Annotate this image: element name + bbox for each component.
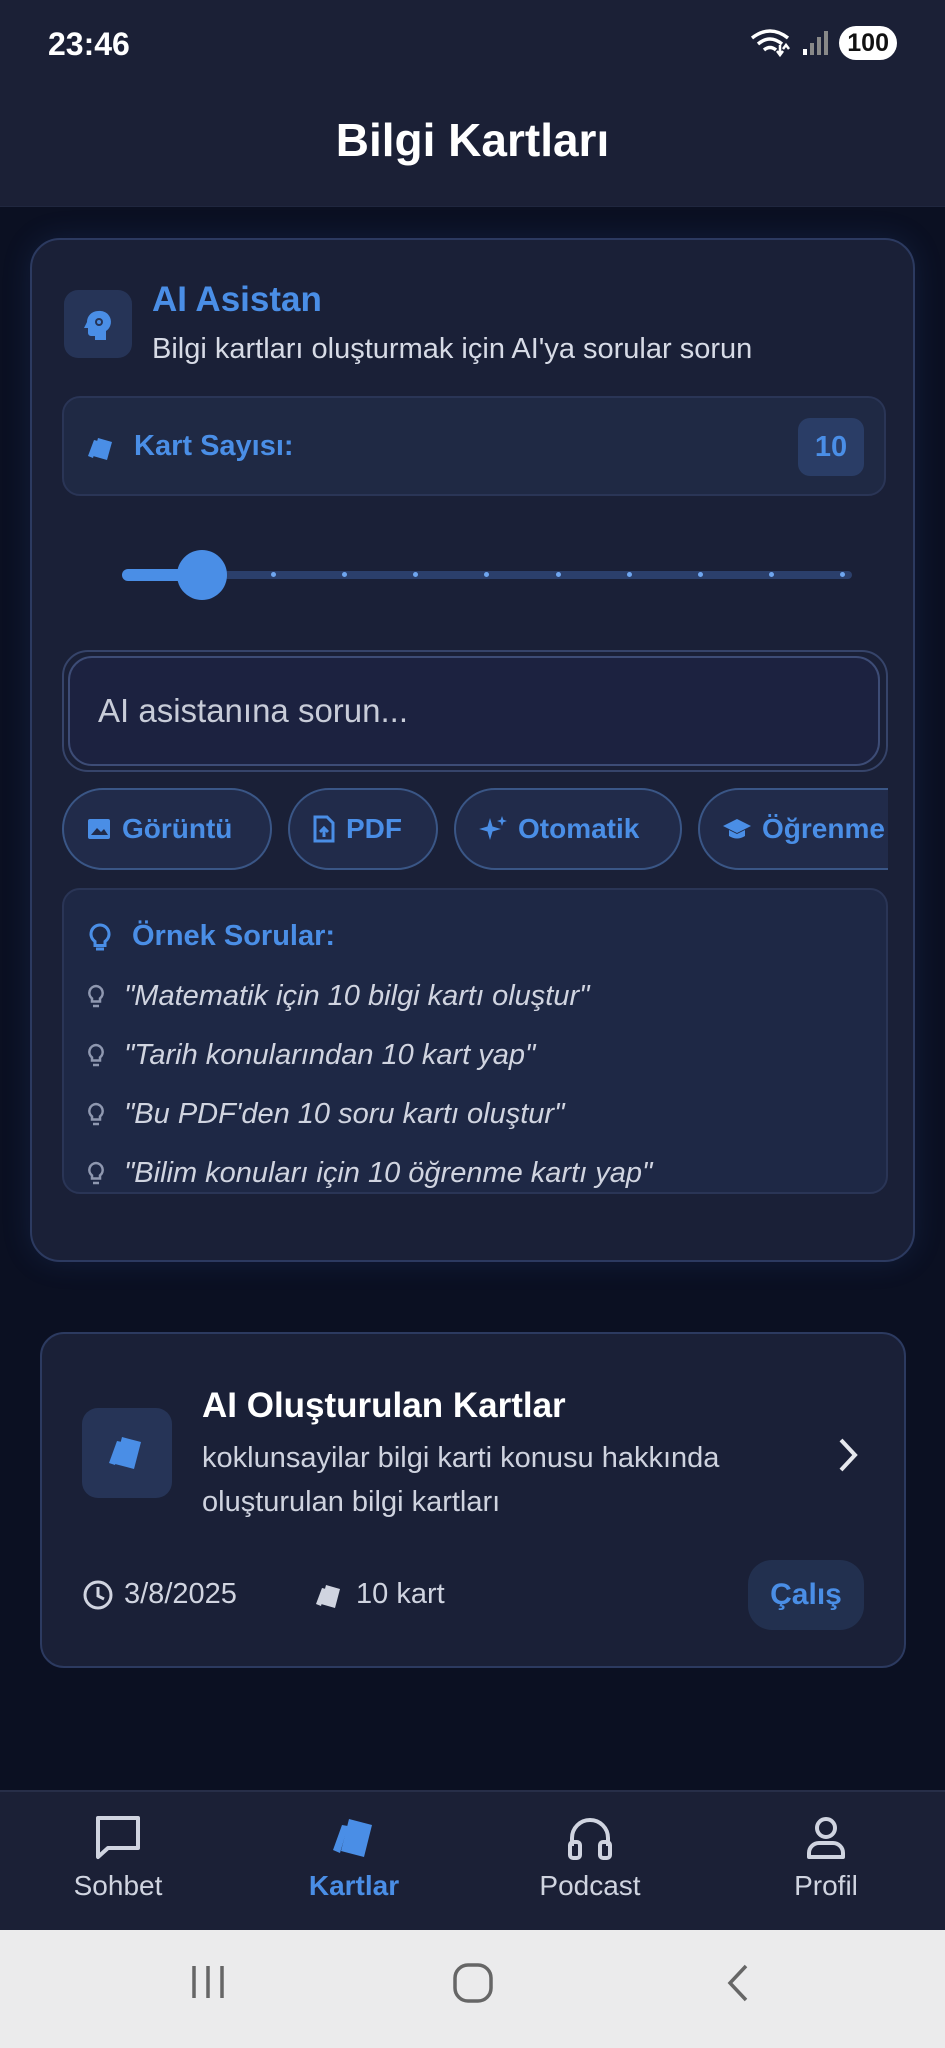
chip-image-label: Görüntü <box>122 813 233 844</box>
nav-item-podcast[interactable]: Podcast <box>490 1812 690 1902</box>
bottom-nav: Sohbet Kartlar Podcast Profil <box>0 1790 945 1930</box>
app-bar: Bilgi Kartları <box>0 95 945 207</box>
file-upload-icon <box>312 815 336 843</box>
card-count-slider[interactable] <box>122 550 852 600</box>
image-icon <box>86 816 112 842</box>
nav-label: Kartlar <box>308 1870 400 1901</box>
slider-tick <box>697 572 703 577</box>
slider-tick <box>555 572 561 577</box>
count-text: 10 kart <box>356 1578 445 1610</box>
slider-tick <box>626 572 632 577</box>
chip-auto-label: Otomatik <box>518 813 640 844</box>
nav-item-chat[interactable]: Sohbet <box>18 1812 218 1902</box>
chip-image[interactable]: Görüntü <box>62 788 272 870</box>
profile-icon <box>800 1812 852 1864</box>
sparkle-icon <box>478 814 508 844</box>
ai-brain-icon <box>64 290 132 358</box>
example-question[interactable]: "Matematik için 10 bilgi kartı oluştur" <box>86 980 589 1013</box>
nav-label: Podcast <box>539 1870 641 1901</box>
generated-cards-description: koklunsayilar bilgi karti konusu hakkınd… <box>202 1442 720 1518</box>
status-bar: 23:46 100 <box>0 0 945 95</box>
home-icon[interactable] <box>452 1962 494 2004</box>
cards-icon <box>328 1812 380 1864</box>
battery-indicator: 100 <box>839 26 897 60</box>
chip-learning-label: Öğrenme <box>762 813 885 844</box>
chevron-right-icon[interactable] <box>836 1436 860 1474</box>
slider-tick <box>840 572 845 577</box>
date-text: 3/8/2025 <box>124 1578 237 1610</box>
generated-cards-item[interactable]: AI Oluşturulan Kartlar koklunsayilar bil… <box>40 1332 906 1668</box>
nav-item-profile[interactable]: Profil <box>726 1812 926 1902</box>
ai-assistant-title: AI Asistan <box>152 280 322 319</box>
generated-cards-title: AI Oluşturulan Kartlar <box>202 1386 566 1425</box>
lightbulb-icon <box>86 1043 106 1069</box>
nav-item-cards[interactable]: Kartlar <box>254 1812 454 1902</box>
ai-assistant-subtitle: Bilgi kartları oluşturmak için AI'ya sor… <box>152 333 753 365</box>
status-icons: 100 <box>749 26 897 60</box>
chat-icon <box>92 1812 144 1864</box>
study-button[interactable]: Çalış <box>748 1560 864 1630</box>
card-count-label: Kart Sayısı: <box>134 430 294 462</box>
nav-label: Profil <box>794 1870 858 1901</box>
back-icon[interactable] <box>722 1962 754 2004</box>
lightbulb-icon <box>86 1161 106 1187</box>
cards-icon <box>82 1408 172 1498</box>
lightbulb-icon <box>86 922 114 954</box>
chip-learning[interactable]: Öğrenme <box>698 788 888 870</box>
status-time: 23:46 <box>48 26 130 62</box>
example-question[interactable]: "Bu PDF'den 10 soru kartı oluştur" <box>86 1098 564 1131</box>
generated-cards-date: 3/8/2025 <box>82 1578 237 1611</box>
lightbulb-icon <box>86 1102 106 1128</box>
generated-cards-count: 10 kart <box>314 1578 445 1611</box>
chip-auto[interactable]: Otomatik <box>454 788 682 870</box>
nav-label: Sohbet <box>73 1870 163 1901</box>
ai-assistant-card: AI Asistan Bilgi kartları oluşturmak içi… <box>30 238 915 1262</box>
signal-icon <box>801 29 829 57</box>
system-nav-bar <box>0 1930 945 2048</box>
clock-icon <box>82 1579 114 1611</box>
card-count-badge: 10 <box>798 418 864 476</box>
chip-pdf-label: PDF <box>346 813 402 844</box>
lightbulb-icon <box>86 984 106 1010</box>
example-question[interactable]: "Bilim konuları için 10 öğrenme kartı ya… <box>86 1157 652 1190</box>
cards-icon <box>86 434 118 462</box>
example-question[interactable]: "Tarih konularından 10 kart yap" <box>86 1039 535 1072</box>
example-question-text: "Matematik için 10 bilgi kartı oluştur" <box>124 980 590 1012</box>
card-count-box: Kart Sayısı: 10 <box>62 396 886 496</box>
ai-ask-input[interactable]: AI asistanına sorun... <box>68 656 880 766</box>
chip-pdf[interactable]: PDF <box>288 788 438 870</box>
example-questions: Örnek Sorular: "Matematik için 10 bilgi … <box>62 888 888 1194</box>
example-question-text: "Tarih konularından 10 kart yap" <box>124 1039 536 1071</box>
page-title: Bilgi Kartları <box>335 114 610 166</box>
recent-apps-icon[interactable] <box>186 1962 230 2002</box>
graduation-cap-icon <box>722 816 752 842</box>
headphones-icon <box>564 1812 616 1864</box>
ask-input-wrapper: AI asistanına sorun... <box>62 650 888 772</box>
option-chips: Görüntü PDF Otomatik Öğrenme <box>62 788 888 872</box>
example-question-text: "Bu PDF'den 10 soru kartı oluştur" <box>124 1098 565 1130</box>
slider-tick <box>768 572 774 577</box>
examples-title: Örnek Sorular: <box>132 920 336 952</box>
wifi-icon <box>749 27 791 59</box>
cards-icon <box>314 1580 346 1610</box>
slider-thumb[interactable] <box>177 550 227 600</box>
example-question-text: "Bilim konuları için 10 öğrenme kartı ya… <box>124 1157 653 1189</box>
